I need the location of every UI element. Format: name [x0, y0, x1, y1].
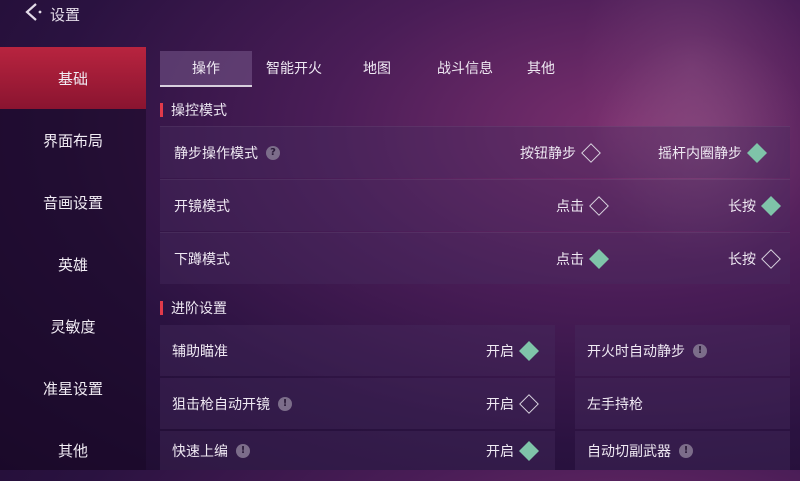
- info-icon[interactable]: ?: [266, 145, 280, 160]
- page-title: 设置: [50, 5, 81, 24]
- sidebar-item-other[interactable]: 其他: [0, 419, 146, 481]
- info-icon[interactable]: !: [679, 443, 693, 458]
- tab-other[interactable]: 其他: [512, 51, 570, 85]
- setting-row-scope-mode: 开镜模式 点击 长按: [160, 179, 790, 231]
- option-button-sneak[interactable]: 按钮静步: [520, 142, 601, 163]
- setting-sniper-auto-scope: 狙击枪自动开镜 ! 开启: [160, 378, 555, 429]
- setting-row-sneak-mode: 静步操作模式 ? 按钮静步 摇杆内圈静步: [160, 126, 790, 178]
- tab-map[interactable]: 地图: [336, 51, 418, 85]
- setting-row-crouch-mode: 下蹲模式 点击 长按: [160, 232, 790, 284]
- setting-quick-reload: 快速上编 ! 开启: [160, 431, 555, 470]
- toggle-quick-reload[interactable]: 开启: [486, 440, 539, 461]
- diamond-check-checked-icon: [519, 440, 539, 461]
- sidebar-item-hero[interactable]: 英雄: [0, 233, 146, 295]
- top-bar: 设置: [0, 0, 800, 30]
- sidebar: 基础 界面布局 音画设置 英雄 灵敏度 准星设置 其他: [0, 47, 146, 470]
- section-advanced: 进阶设置: [160, 296, 227, 320]
- section-marker: [160, 301, 163, 315]
- sidebar-item-crosshair[interactable]: 准星设置: [0, 357, 146, 419]
- sidebar-item-ui-layout[interactable]: 界面布局: [0, 109, 146, 171]
- diamond-radio-checked-icon: [589, 248, 609, 269]
- tab-smart-fire[interactable]: 智能开火: [252, 51, 336, 85]
- section-marker: [160, 103, 163, 117]
- sidebar-item-audio-video[interactable]: 音画设置: [0, 171, 146, 233]
- option-scope-tap[interactable]: 点击: [556, 195, 609, 216]
- back-button[interactable]: 设置: [22, 2, 82, 26]
- chevron-left-icon: [22, 1, 44, 27]
- setting-aim-assist: 辅助瞄准 开启: [160, 325, 555, 376]
- option-scope-hold[interactable]: 长按: [728, 195, 781, 216]
- info-icon[interactable]: !: [278, 396, 292, 411]
- tab-bar: 操作 智能开火 地图 战斗信息 其他: [160, 51, 570, 87]
- setting-auto-switch-secondary[interactable]: 自动切副武器 !: [575, 431, 790, 470]
- diamond-radio-checked-icon: [761, 195, 781, 216]
- diamond-radio-icon: [581, 142, 601, 163]
- info-icon[interactable]: !: [236, 443, 250, 458]
- option-joystick-sneak[interactable]: 摇杆内圈静步: [658, 142, 767, 163]
- toggle-sniper-auto-scope[interactable]: 开启: [486, 393, 539, 414]
- diamond-radio-icon: [589, 195, 609, 216]
- section-control-mode: 操控模式: [160, 98, 227, 122]
- diamond-check-icon: [519, 393, 539, 414]
- setting-auto-sneak-fire[interactable]: 开火时自动静步 !: [575, 325, 790, 376]
- sidebar-item-sensitivity[interactable]: 灵敏度: [0, 295, 146, 357]
- diamond-check-checked-icon: [519, 340, 539, 361]
- tab-operation[interactable]: 操作: [160, 51, 252, 87]
- tab-combat-info[interactable]: 战斗信息: [418, 51, 512, 85]
- option-crouch-hold[interactable]: 长按: [728, 248, 781, 269]
- diamond-radio-checked-icon: [747, 142, 767, 163]
- option-crouch-tap[interactable]: 点击: [556, 248, 609, 269]
- toggle-aim-assist[interactable]: 开启: [486, 340, 539, 361]
- setting-left-hand-gun[interactable]: 左手持枪: [575, 378, 790, 429]
- sidebar-item-basic[interactable]: 基础: [0, 47, 146, 109]
- info-icon[interactable]: !: [693, 343, 707, 358]
- diamond-radio-icon: [761, 248, 781, 269]
